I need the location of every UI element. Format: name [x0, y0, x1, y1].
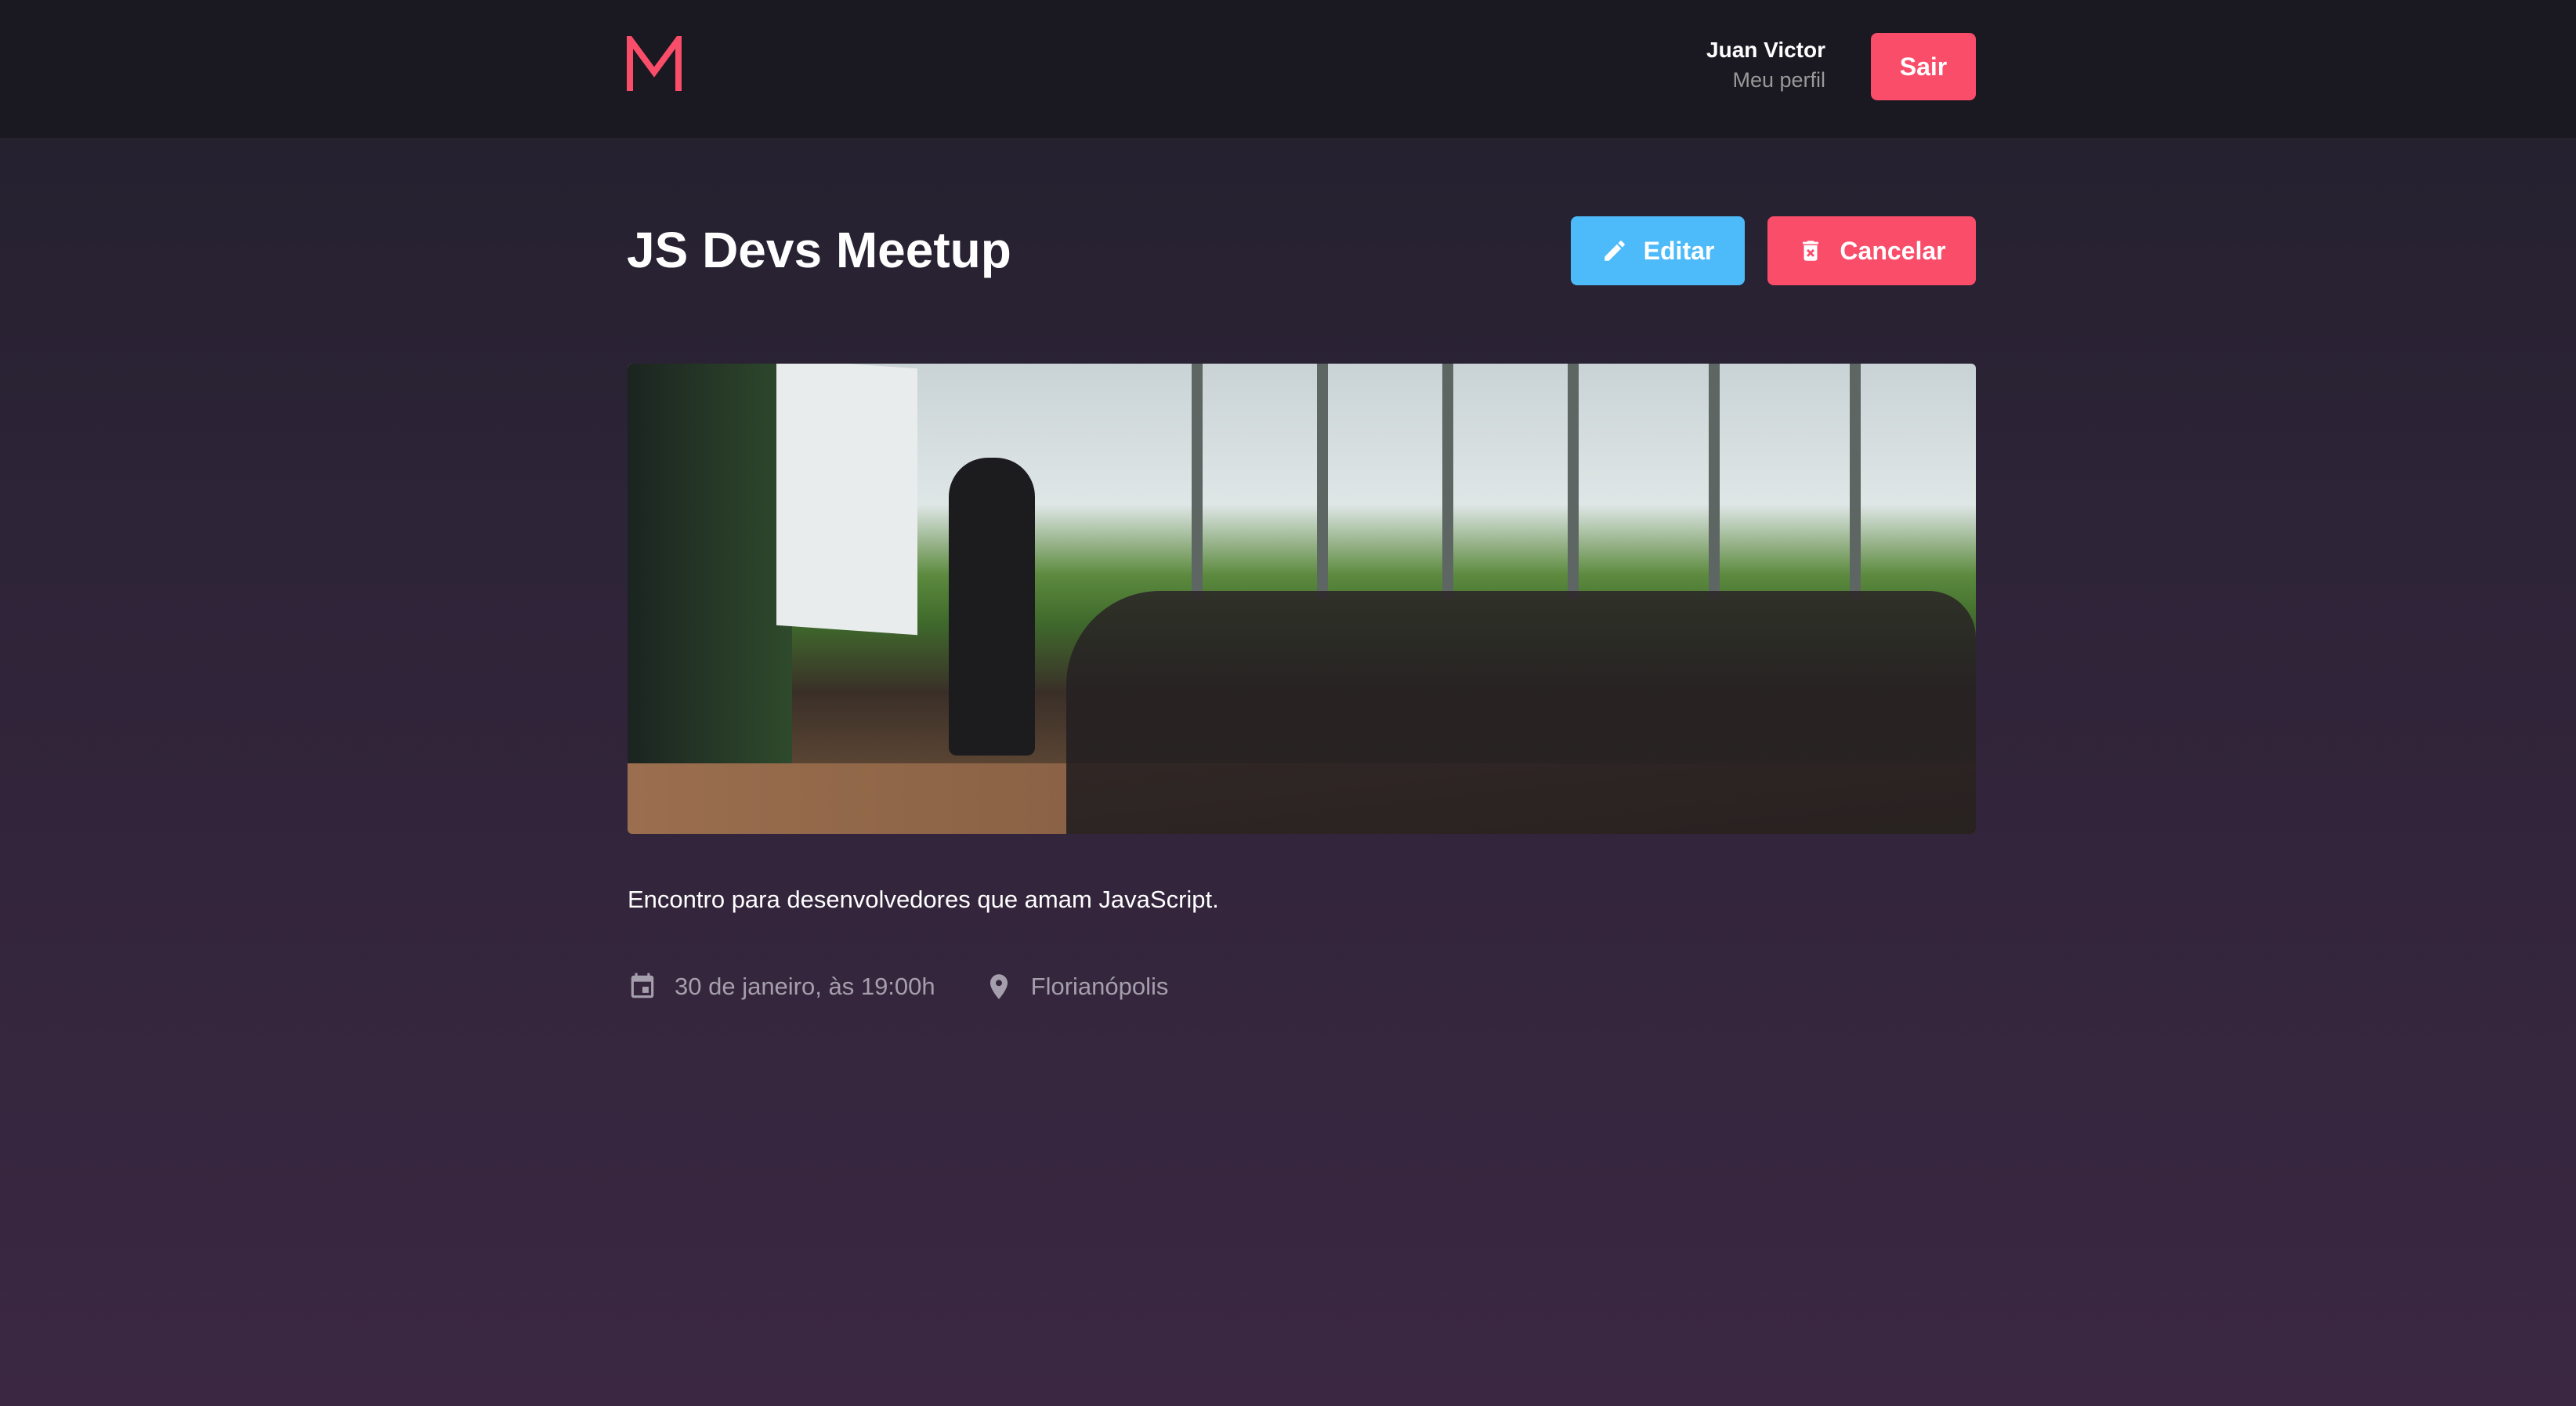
meetapp-logo[interactable]	[627, 36, 682, 92]
logout-button[interactable]: Sair	[1871, 33, 1976, 100]
edit-button[interactable]: Editar	[1571, 216, 1745, 285]
page-title: JS Devs Meetup	[627, 222, 1011, 278]
trash-icon	[1803, 241, 1819, 261]
cancel-label: Cancelar	[1840, 236, 1946, 265]
meetup-description: Encontro para desenvolvedores que amam J…	[628, 886, 1219, 913]
user-name: Juan Victor	[1706, 38, 1825, 62]
meetup-meta: 30 de janeiro, às 19:00h Florianópolis	[628, 972, 1217, 1002]
cancel-button[interactable]: Cancelar	[1767, 216, 1976, 285]
location-text: Florianópolis	[1030, 973, 1169, 1000]
location-pin-icon	[990, 974, 1008, 999]
top-header: Juan Victor Meu perfil Sair	[0, 0, 2576, 138]
meetup-location: Florianópolis	[984, 972, 1169, 1002]
edit-label: Editar	[1643, 236, 1715, 265]
profile-link[interactable]: Meu perfil	[1706, 64, 1825, 96]
meetup-banner-image	[628, 364, 1976, 834]
pencil-icon	[1604, 241, 1625, 261]
calendar-icon	[631, 973, 654, 998]
date-text: 30 de janeiro, às 19:00h	[675, 973, 935, 1000]
meetup-date: 30 de janeiro, às 19:00h	[628, 972, 935, 1002]
user-info: Juan Victor Meu perfil	[1706, 36, 1825, 96]
